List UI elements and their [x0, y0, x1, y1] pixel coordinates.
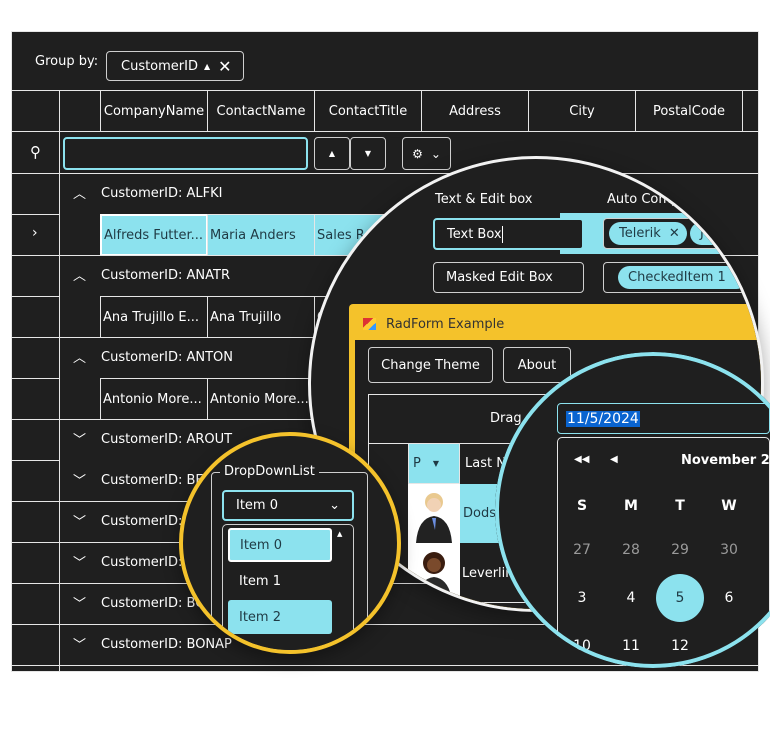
- search-input[interactable]: [63, 137, 308, 170]
- grid-cell: Leverlin: [462, 566, 514, 581]
- text-box-value: Text Box: [447, 226, 502, 242]
- chevron-down-icon[interactable]: ﹀: [73, 470, 86, 489]
- chip-label: CheckedItem 1: [628, 270, 726, 285]
- group-chip[interactable]: CustomerID ▲ ✕: [106, 51, 244, 81]
- chevron-down-icon[interactable]: ﹀: [73, 429, 86, 448]
- column-header[interactable]: City: [528, 90, 636, 132]
- text-edit-label: Text & Edit box: [435, 192, 533, 207]
- grid-cell[interactable]: Antonio More...: [100, 378, 208, 420]
- group-by-label: Group by:: [35, 54, 99, 69]
- chevron-down-icon[interactable]: ﹀: [73, 593, 86, 612]
- dropdown-list[interactable]: Item 0 ⌄: [222, 490, 354, 521]
- text-box[interactable]: Text Box: [433, 218, 584, 250]
- close-icon[interactable]: ✕: [669, 226, 680, 241]
- groupbox-legend: DropDownList: [220, 464, 319, 479]
- chevron-down-icon[interactable]: ﹀: [73, 511, 86, 530]
- chevron-up-icon[interactable]: ︿: [73, 183, 86, 202]
- column-header[interactable]: Address: [421, 90, 529, 132]
- chevron-down-icon[interactable]: ﹀: [73, 552, 86, 571]
- search-icon: ⚲: [30, 143, 41, 161]
- masked-edit-value: Masked Edit Box: [446, 270, 553, 285]
- arrow-down-icon: ▼: [364, 149, 372, 158]
- autocomplete-chip[interactable]: Telerik ✕: [609, 222, 687, 245]
- dropdown-item[interactable]: Item 2: [228, 600, 332, 634]
- masked-edit-box[interactable]: Masked Edit Box: [433, 262, 584, 293]
- employee-photo: [408, 484, 460, 543]
- group-panel: Group by: CustomerID ▲ ✕: [12, 32, 758, 90]
- chevron-up-icon[interactable]: ︿: [73, 347, 86, 366]
- dropdown-value: Item 0: [236, 498, 278, 513]
- grid-cell[interactable]: Ana Trujillo: [207, 296, 315, 338]
- chip-label: Telerik: [619, 226, 661, 241]
- column-header[interactable]: ContactTitle: [314, 90, 422, 132]
- about-button[interactable]: About: [503, 347, 571, 383]
- column-header[interactable]: CompanyName: [100, 90, 208, 132]
- item-label: Item 2: [239, 609, 281, 625]
- grid-cell: Dods: [463, 506, 496, 521]
- app-icon: [363, 318, 376, 330]
- grid-cell[interactable]: Maria Anders: [207, 214, 315, 256]
- arrow-up-icon: ▲: [328, 149, 336, 158]
- group-label: CustomerID: ALFKI: [101, 186, 223, 201]
- header-label: P: [413, 456, 421, 471]
- button-label: Change Theme: [381, 357, 480, 373]
- chevron-up-icon[interactable]: ︿: [73, 265, 86, 284]
- group-chip-label: CustomerID: [121, 58, 198, 74]
- column-header[interactable]: ContactName: [207, 90, 315, 132]
- group-label: CustomerID:: [101, 514, 183, 529]
- group-label: CustomerID: ANTON: [101, 350, 234, 365]
- employee-photo: [408, 543, 460, 603]
- checked-chip[interactable]: CheckedItem 1: [618, 266, 748, 289]
- autocomplete-chip[interactable]: J: [690, 222, 750, 245]
- column-header-photo[interactable]: P ▼: [408, 443, 460, 484]
- filter-icon: ▼: [432, 459, 439, 468]
- chevron-down-icon[interactable]: ﹀: [73, 634, 86, 653]
- column-header-lastname: Last N: [465, 456, 506, 471]
- button-label: About: [517, 357, 557, 373]
- grid-cell[interactable]: Alfreds Futter...: [100, 214, 208, 256]
- item-label: Item 1: [239, 573, 281, 589]
- grid-cell[interactable]: Ana Trujillo E...: [100, 296, 208, 338]
- window-title: RadForm Example: [386, 317, 505, 332]
- group-label: CustomerID:: [101, 555, 183, 570]
- chevron-down-icon: ⌄: [329, 498, 340, 513]
- scroll-up-icon[interactable]: ▲: [337, 530, 342, 538]
- dropdown-item[interactable]: Item 1: [228, 564, 332, 598]
- change-theme-button[interactable]: Change Theme: [368, 347, 493, 383]
- current-row-indicator-icon: ›: [32, 225, 38, 241]
- autocomplete-label: Auto Comp: [607, 192, 680, 207]
- sort-ascending-icon: ▲: [204, 61, 211, 71]
- grid-cell[interactable]: Antonio More...: [207, 378, 315, 420]
- column-header[interactable]: PostalCode: [635, 90, 743, 132]
- chip-label: J: [700, 226, 704, 241]
- dropdown-magnifier: DropDownList Item 0 ⌄ Item 0 Item 1 Item …: [179, 432, 401, 654]
- item-label: Item 0: [240, 537, 282, 553]
- group-label: CustomerID: ANATR: [101, 268, 230, 283]
- dropdown-item[interactable]: Item 0: [228, 528, 332, 562]
- close-icon[interactable]: ✕: [218, 57, 231, 76]
